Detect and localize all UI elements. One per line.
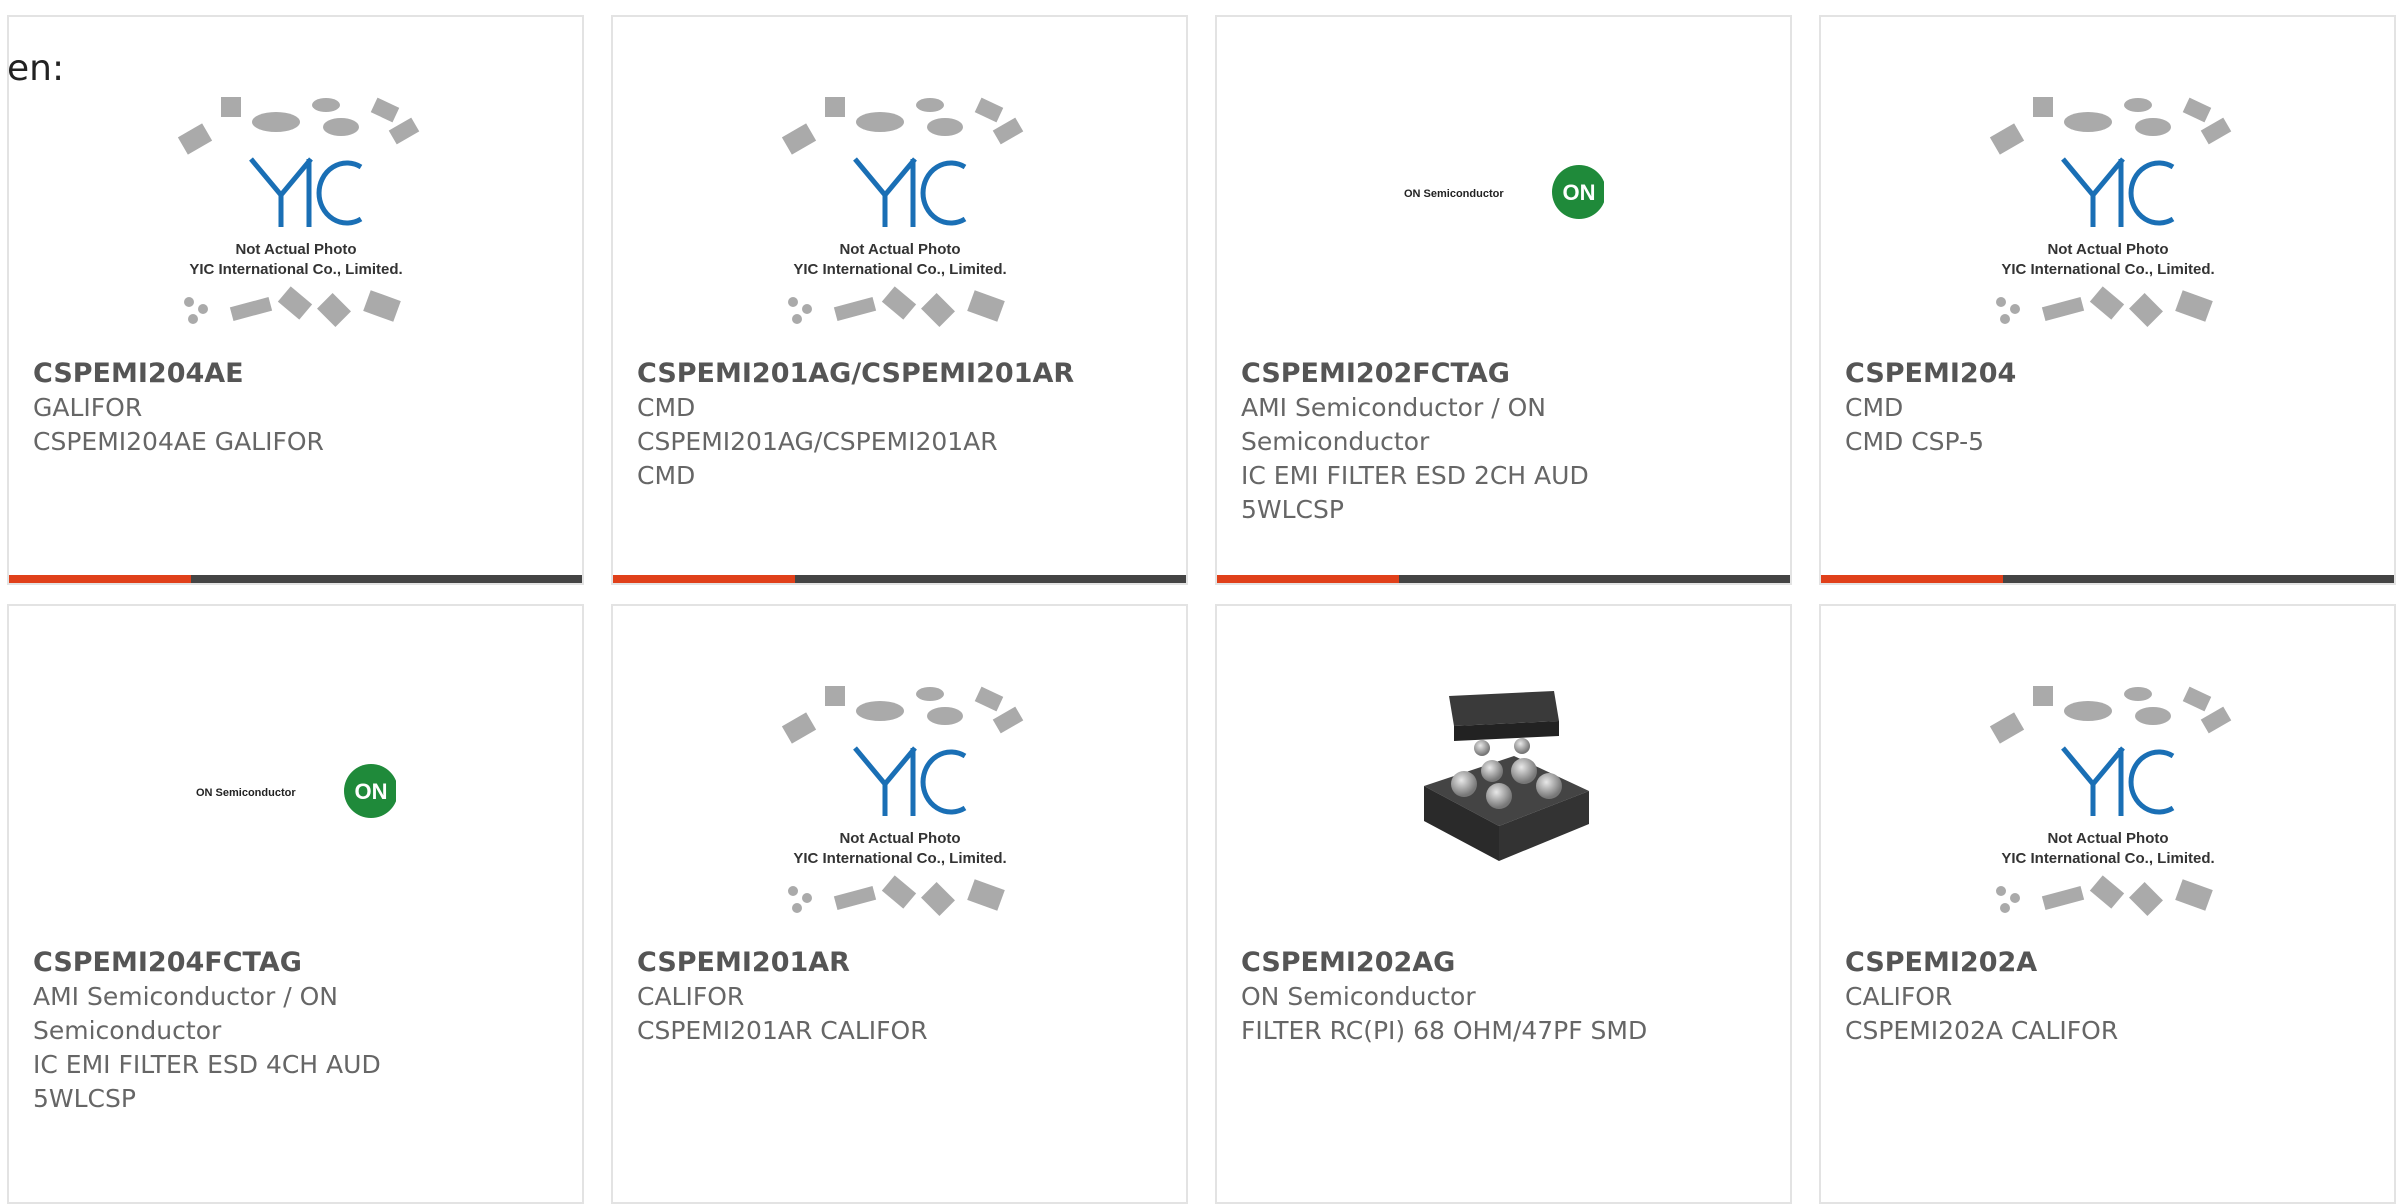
yic-placeholder-image: Not Actual Photo YIC International Co., … [1989,686,2231,916]
product-image[interactable]: ON Semiconductor ON [1217,17,1790,347]
yic-placeholder-image: Not Actual Photo YIC International Co., … [1989,97,2231,327]
manufacturer: ON Semiconductor [1241,982,1476,1011]
on-semiconductor-logo: ON Semiconductor ON [196,764,396,818]
card-accent-segment [1217,575,1399,583]
part-number[interactable]: CSPEMI204FCTAG [33,946,562,980]
yic-placeholder-image: Not Actual Photo YIC International Co., … [781,686,1023,916]
card-accent-bar [1821,575,2394,583]
part-number[interactable]: CSPEMI202FCTAG [1241,357,1770,391]
yic-placeholder-image: Not Actual Photo YIC International Co., … [781,97,1023,327]
product-card[interactable]: Not Actual Photo YIC International Co., … [7,15,584,585]
description: IC EMI FILTER ESD 2CH AUD [1241,461,1589,490]
product-info: CSPEMI202A CALIFOR CSPEMI202A CALIFOR [1845,946,2374,1048]
description: 5WLCSP [1241,495,1344,524]
image-caption-line1: Not Actual Photo [235,241,356,258]
product-image[interactable]: Not Actual Photo YIC International Co., … [613,17,1186,347]
part-number[interactable]: CSPEMI201AR [637,946,1166,980]
product-image[interactable] [1217,606,1790,936]
product-info: CSPEMI204AE GALIFOR CSPEMI204AE GALIFOR [33,357,562,459]
product-image[interactable]: Not Actual Photo YIC International Co., … [9,17,582,347]
product-info: CSPEMI204FCTAG AMI Semiconductor / ON Se… [33,946,562,1116]
manufacturer: GALIFOR [33,393,143,422]
image-caption-line2: YIC International Co., Limited. [793,850,1006,867]
part-number[interactable]: CSPEMI202A [1845,946,2374,980]
card-accent-segment [613,575,795,583]
product-image[interactable]: Not Actual Photo YIC International Co., … [1821,606,2394,936]
logo-wordmark: ON Semiconductor [196,787,296,799]
product-image[interactable]: ON Semiconductor ON [9,606,582,936]
part-number[interactable]: CSPEMI204 [1845,357,2374,391]
manufacturer: AMI Semiconductor / ON [33,982,338,1011]
card-accent-segment [1821,575,2003,583]
manufacturer: CALIFOR [637,982,745,1011]
product-info: CSPEMI202FCTAG AMI Semiconductor / ON Se… [1241,357,1770,527]
card-accent-bar [613,575,1186,583]
image-caption-line2: YIC International Co., Limited. [793,261,1006,278]
product-card[interactable]: Not Actual Photo YIC International Co., … [1819,15,2396,585]
product-card[interactable]: ON Semiconductor ON CSPEMI202FCTAG AMI S… [1215,15,1792,585]
on-semiconductor-logo: ON Semiconductor ON [1404,165,1604,219]
description: 5WLCSP [33,1084,136,1113]
image-caption-line2: YIC International Co., Limited. [189,261,402,278]
description: IC EMI FILTER ESD 4CH AUD [33,1050,381,1079]
description: CSPEMI201AR CALIFOR [637,1016,928,1045]
logo-wordmark: ON Semiconductor [1404,188,1504,200]
description: CSPEMI202A CALIFOR [1845,1016,2119,1045]
part-number[interactable]: CSPEMI202AG [1241,946,1770,980]
image-caption-line1: Not Actual Photo [839,830,960,847]
image-caption-line2: YIC International Co., Limited. [2001,850,2214,867]
description: CSPEMI204AE GALIFOR [33,427,324,456]
manufacturer: CMD [637,393,696,422]
image-caption-line1: Not Actual Photo [839,241,960,258]
product-info: CSPEMI201AG/CSPEMI201AR CMD CSPEMI201AG/… [637,357,1166,493]
card-accent-bar [9,575,582,583]
manufacturer: CMD [1845,393,1904,422]
logo-mark: ON [1562,180,1595,205]
description: CSPEMI201AG/CSPEMI201AR [637,427,998,456]
image-caption-line1: Not Actual Photo [2047,241,2168,258]
logo-mark: ON [354,779,387,804]
product-card[interactable]: Not Actual Photo YIC International Co., … [611,604,1188,1204]
card-accent-bar [1217,575,1790,583]
page-fragment-text: en: [7,48,65,89]
manufacturer: AMI Semiconductor / ON [1241,393,1546,422]
product-info: CSPEMI202AG ON Semiconductor FILTER RC(P… [1241,946,1770,1048]
yic-placeholder-image: Not Actual Photo YIC International Co., … [177,97,419,327]
card-accent-segment [9,575,191,583]
product-info: CSPEMI204 CMD CMD CSP-5 [1845,357,2374,459]
product-image[interactable]: Not Actual Photo YIC International Co., … [1821,17,2394,347]
product-image[interactable]: Not Actual Photo YIC International Co., … [613,606,1186,936]
csp-chip-photo [1423,691,1589,861]
description: CMD [637,461,696,490]
product-card[interactable]: Not Actual Photo YIC International Co., … [1819,604,2396,1204]
product-info: CSPEMI201AR CALIFOR CSPEMI201AR CALIFOR [637,946,1166,1048]
product-card[interactable]: Not Actual Photo YIC International Co., … [611,15,1188,585]
product-card[interactable]: ON Semiconductor ON CSPEMI204FCTAG AMI S… [7,604,584,1204]
description: FILTER RC(PI) 68 OHM/47PF SMD [1241,1016,1648,1045]
manufacturer: CALIFOR [1845,982,1953,1011]
part-number[interactable]: CSPEMI204AE [33,357,562,391]
part-number[interactable]: CSPEMI201AG/CSPEMI201AR [637,357,1166,391]
image-caption-line2: YIC International Co., Limited. [2001,261,2214,278]
description: CMD CSP-5 [1845,427,1985,456]
manufacturer: Semiconductor [33,1016,222,1045]
image-caption-line1: Not Actual Photo [2047,830,2168,847]
product-card[interactable]: CSPEMI202AG ON Semiconductor FILTER RC(P… [1215,604,1792,1204]
manufacturer: Semiconductor [1241,427,1430,456]
